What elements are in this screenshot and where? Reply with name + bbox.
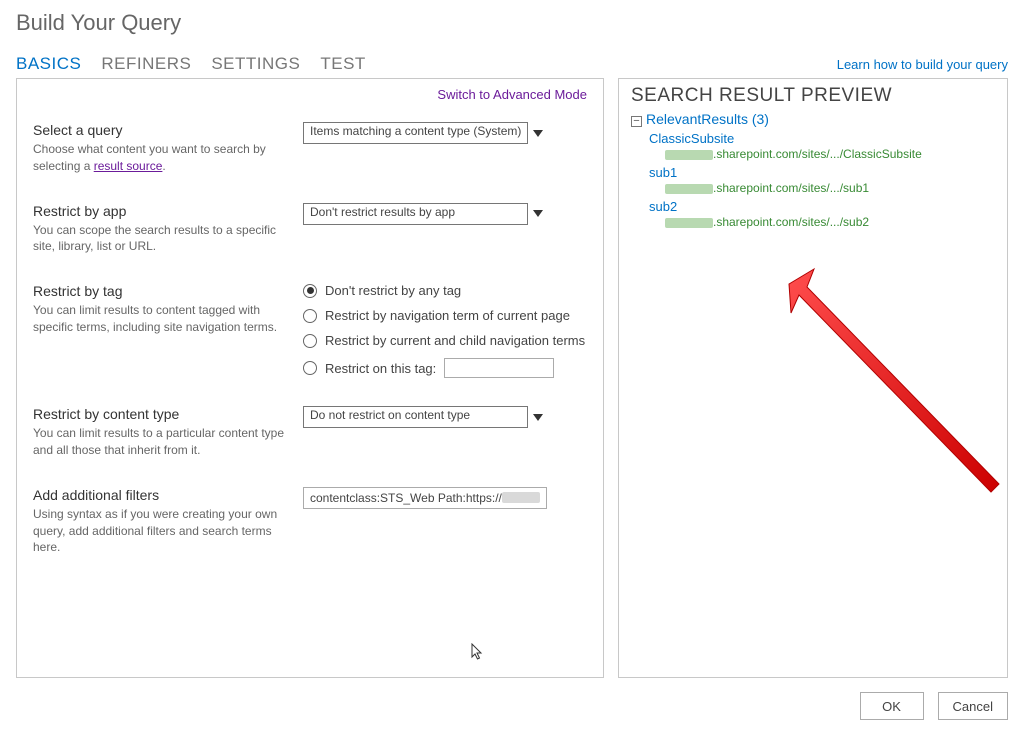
row-restrict-tag: Restrict by tag You can limit results to… [33,283,587,378]
row-restrict-app: Restrict by app You can scope the search… [33,203,587,256]
restrict-app-title: Restrict by app [33,203,289,219]
restrict-tag-radios: Don't restrict by any tag Restrict by na… [303,283,587,378]
restrict-tag-help: You can limit results to content tagged … [33,302,289,336]
preview-title: SEARCH RESULT PREVIEW [631,85,997,107]
result-url: .sharepoint.com/sites/.../sub2 [665,215,997,229]
tab-row: BASICS REFINERS SETTINGS TEST Learn how … [16,54,1008,74]
radio-nav-term[interactable]: Restrict by navigation term of current p… [303,308,587,323]
tree-root: −RelevantResults (3) ClassicSubsite .sha… [631,111,997,229]
redacted-text [665,218,713,228]
result-title[interactable]: ClassicSubsite [649,131,997,146]
tab-basics[interactable]: BASICS [16,54,81,74]
restrict-ct-value: Do not restrict on content type [303,406,547,428]
radio-icon [303,334,317,348]
add-filters-value: contentclass:STS_Web Path:https:// [310,491,502,505]
radio-this-tag[interactable]: Restrict on this tag: [303,358,587,378]
collapse-icon[interactable]: − [631,116,642,127]
cancel-button[interactable]: Cancel [938,692,1008,720]
redacted-text [502,492,540,503]
radio-icon [303,284,317,298]
result-item: sub2 .sharepoint.com/sites/.../sub2 [649,199,997,229]
ok-button[interactable]: OK [860,692,924,720]
row-restrict-ct: Restrict by content type You can limit r… [33,406,587,459]
redacted-text [665,184,713,194]
restrict-app-value: Don't restrict results by app [303,203,547,225]
result-url: .sharepoint.com/sites/.../ClassicSubsite [665,147,997,161]
radio-label: Don't restrict by any tag [325,283,461,298]
tabs: BASICS REFINERS SETTINGS TEST [16,54,837,74]
add-filters-title: Add additional filters [33,487,289,503]
tab-test[interactable]: TEST [320,54,365,74]
restrict-app-dropdown[interactable]: Don't restrict results by app [303,203,547,225]
result-item: ClassicSubsite .sharepoint.com/sites/...… [649,131,997,161]
restrict-tag-input[interactable] [444,358,554,378]
radio-no-tag[interactable]: Don't restrict by any tag [303,283,587,298]
row-add-filters: Add additional filters Using syntax as i… [33,487,587,556]
restrict-ct-title: Restrict by content type [33,406,289,422]
result-url-text: .sharepoint.com/sites/.../ClassicSubsite [713,147,922,161]
restrict-ct-dropdown[interactable]: Do not restrict on content type [303,406,547,428]
restrict-app-help: You can scope the search results to a sp… [33,222,289,256]
radio-icon [303,309,317,323]
dialog-buttons: OK Cancel [16,692,1008,720]
restrict-tag-title: Restrict by tag [33,283,289,299]
switch-to-advanced-link[interactable]: Switch to Advanced Mode [33,87,587,102]
radio-icon [303,361,317,375]
result-title[interactable]: sub2 [649,199,997,214]
select-query-dropdown[interactable]: Items matching a content type (System) [303,122,547,144]
result-source-link[interactable]: result source [94,159,163,173]
relevant-results-node[interactable]: RelevantResults (3) [646,111,769,127]
cursor-icon [471,643,485,661]
page-title: Build Your Query [16,10,1008,36]
tab-refiners[interactable]: REFINERS [101,54,191,74]
restrict-ct-help: You can limit results to a particular co… [33,425,289,459]
radio-child-nav[interactable]: Restrict by current and child navigation… [303,333,587,348]
select-query-help-suffix: . [162,159,165,173]
tab-settings[interactable]: SETTINGS [211,54,300,74]
learn-link[interactable]: Learn how to build your query [837,57,1008,72]
row-select-query: Select a query Choose what content you w… [33,122,587,175]
result-url-text: .sharepoint.com/sites/.../sub2 [713,215,869,229]
select-query-title: Select a query [33,122,289,138]
result-url-text: .sharepoint.com/sites/.../sub1 [713,181,869,195]
add-filters-input[interactable]: contentclass:STS_Web Path:https:// [303,487,547,509]
add-filters-help: Using syntax as if you were creating you… [33,506,289,556]
select-query-help: Choose what content you want to search b… [33,141,289,175]
result-title[interactable]: sub1 [649,165,997,180]
select-query-value: Items matching a content type (System) [303,122,547,144]
annotation-arrow-icon [749,239,1009,519]
radio-label: Restrict by navigation term of current p… [325,308,570,323]
left-panel: Switch to Advanced Mode Select a query C… [16,78,604,678]
redacted-text [665,150,713,160]
result-item: sub1 .sharepoint.com/sites/.../sub1 [649,165,997,195]
result-url: .sharepoint.com/sites/.../sub1 [665,181,997,195]
radio-label: Restrict by current and child navigation… [325,333,585,348]
radio-label: Restrict on this tag: [325,361,436,376]
right-panel: SEARCH RESULT PREVIEW −RelevantResults (… [618,78,1008,678]
